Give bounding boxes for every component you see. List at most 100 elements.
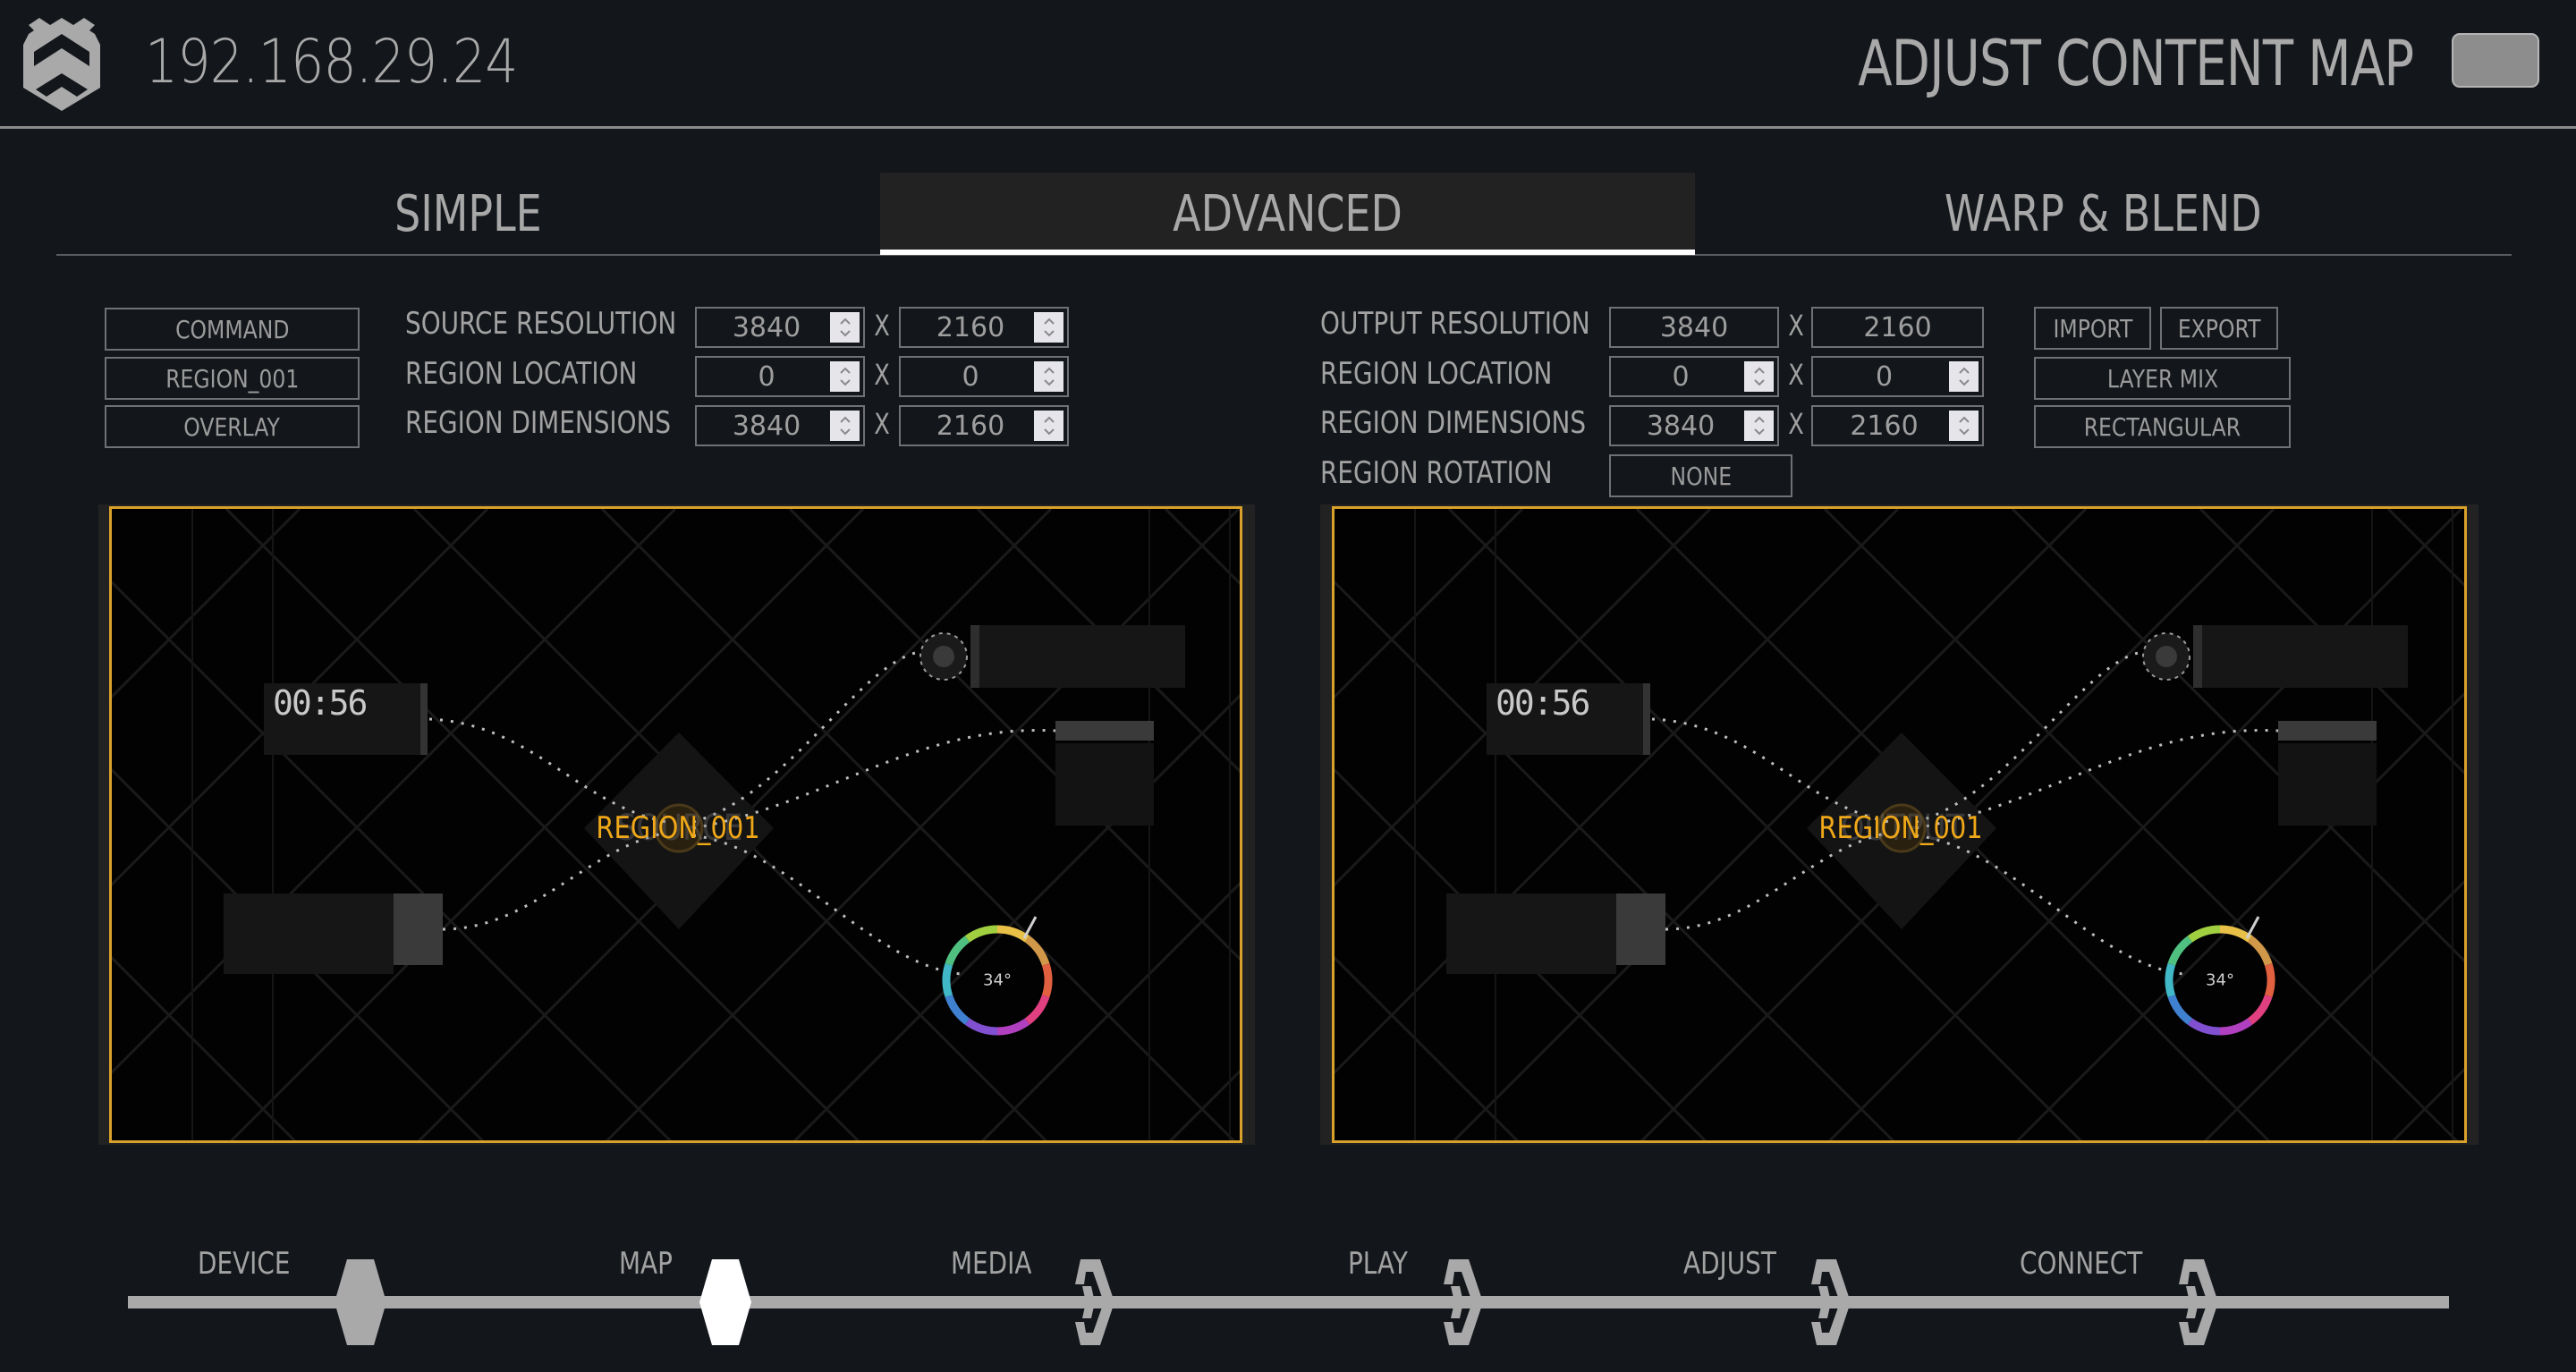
top-right-panel-edge — [2193, 625, 2202, 688]
spinner-icon[interactable] — [830, 411, 860, 441]
tab-simple[interactable]: SIMPLE — [56, 173, 880, 255]
timer-panel-edge — [1643, 683, 1650, 755]
color-wheel-segment — [964, 925, 998, 943]
side-panel — [2278, 743, 2377, 826]
output-region-width-input[interactable]: 3840 — [1609, 405, 1779, 446]
spinner-icon[interactable] — [1744, 411, 1774, 441]
source-resolution-height-input[interactable]: 2160 — [899, 307, 1069, 348]
shape-select-button[interactable]: RECTANGULAR — [2034, 405, 2291, 448]
color-wheel-segment — [1041, 962, 1053, 998]
dimension-separator: X — [1788, 309, 1804, 343]
node-core — [933, 646, 954, 667]
page-title: ADJUST CONTENT MAP — [1857, 27, 2414, 100]
mode-tabs: SIMPLE ADVANCED WARP & BLEND — [56, 173, 2512, 255]
color-wheel-segment — [2247, 936, 2273, 966]
region-label[interactable]: REGION_001 — [1818, 810, 1982, 846]
color-wheel-segment — [1024, 995, 1050, 1025]
region-rotation-select[interactable]: NONE — [1609, 454, 1792, 497]
nav-step-connect[interactable] — [2168, 1259, 2267, 1347]
hexagon-outline-icon — [1444, 1259, 1483, 1345]
nav-step-play[interactable] — [1433, 1259, 1531, 1347]
region-select-button-label: REGION_001 — [165, 363, 300, 394]
source-region-width-input[interactable]: 3840 — [695, 405, 865, 446]
source-resolution-width-input[interactable]: 3840 — [695, 307, 865, 348]
spinner-icon[interactable] — [1949, 411, 1979, 441]
side-panel-header — [2278, 721, 2377, 741]
color-wheel-segment — [996, 1018, 1030, 1036]
side-panel-header — [1055, 721, 1154, 741]
nav-step-map[interactable] — [691, 1259, 789, 1347]
color-wheel-segment — [2247, 995, 2273, 1025]
top-right-panel-edge — [970, 625, 979, 688]
spinner-icon[interactable] — [1034, 361, 1063, 392]
layer-mix-button[interactable]: LAYER MIX — [2034, 357, 2291, 400]
tab-warp-and-blend[interactable]: WARP & BLEND — [1695, 173, 2512, 255]
dimension-separator: X — [1788, 358, 1804, 392]
device-ip-address: 192.168.29.24 — [145, 27, 519, 97]
output-region-location-label: REGION LOCATION — [1320, 356, 1553, 392]
spinner-icon[interactable] — [1744, 361, 1774, 392]
node-core — [2156, 646, 2177, 667]
nav-label-adjust[interactable]: ADJUST — [1683, 1246, 1776, 1282]
nav-step-device[interactable] — [326, 1259, 424, 1347]
source-region-location-label: REGION LOCATION — [405, 356, 638, 392]
hexagon-current-icon — [699, 1259, 751, 1345]
spinner-icon[interactable] — [830, 312, 860, 343]
hexagon-filled-icon — [335, 1259, 386, 1345]
output-region-location-y-input[interactable]: 0 — [1811, 356, 1984, 397]
import-button-label: IMPORT — [2053, 313, 2132, 343]
output-resolution-height-input[interactable]: 2160 — [1811, 307, 1984, 348]
nav-label-media[interactable]: MEDIA — [951, 1246, 1031, 1282]
output-region-height-input[interactable]: 2160 — [1811, 405, 1984, 446]
shape-select-button-label: RECTANGULAR — [2083, 411, 2241, 442]
source-region-location-y-input[interactable]: 0 — [899, 356, 1069, 397]
shield-chevron-logo-icon — [20, 18, 104, 111]
import-button[interactable]: IMPORT — [2034, 307, 2151, 350]
nav-label-connect[interactable]: CONNECT — [2020, 1246, 2142, 1282]
spinner-icon[interactable] — [1949, 361, 1979, 392]
nav-label-device[interactable]: DEVICE — [198, 1246, 290, 1282]
gauge-value: 34° — [983, 970, 1012, 990]
color-wheel-segment — [2167, 936, 2193, 966]
color-wheel-segment — [2187, 925, 2221, 943]
active-tab-indicator — [880, 250, 1695, 255]
info-panel — [1446, 893, 1616, 974]
tab-advanced[interactable]: ADVANCED — [880, 173, 1695, 255]
output-preview[interactable]: 00:56 OUTPUT REGION_001 34° — [1332, 506, 2467, 1143]
info-panel — [224, 893, 394, 974]
nav-step-media[interactable] — [1064, 1259, 1163, 1347]
output-region-rotation-label: REGION ROTATION — [1320, 455, 1553, 491]
output-resolution-width-input[interactable]: 3840 — [1609, 307, 1779, 348]
region-select-button[interactable]: REGION_001 — [105, 357, 360, 400]
color-wheel-segment — [2167, 995, 2193, 1025]
nav-label-map[interactable]: MAP — [619, 1246, 673, 1282]
side-panel — [1055, 743, 1154, 826]
region-rotation-value: NONE — [1670, 461, 1732, 491]
spinner-icon[interactable] — [1034, 312, 1063, 343]
dimension-separator: X — [874, 407, 890, 441]
nav-step-adjust[interactable] — [1801, 1259, 1899, 1347]
command-button[interactable]: COMMAND — [105, 308, 360, 351]
dimension-separator: X — [874, 358, 890, 392]
top-right-panel — [970, 625, 1185, 688]
spinner-icon[interactable] — [830, 361, 860, 392]
export-button-label: EXPORT — [2177, 313, 2261, 343]
source-preview[interactable]: 00:56 SOURCE REGION_001 34° — [109, 506, 1242, 1143]
tab-simple-label: SIMPLE — [394, 184, 542, 243]
nav-label-play[interactable]: PLAY — [1348, 1246, 1408, 1282]
info-panel-tab — [394, 893, 443, 965]
source-region-location-x-input[interactable]: 0 — [695, 356, 865, 397]
dimension-separator: X — [874, 309, 890, 343]
overlay-button[interactable]: OVERLAY — [105, 405, 360, 448]
spinner-icon[interactable] — [1034, 411, 1063, 441]
header-divider — [0, 126, 2576, 129]
tab-warp-and-blend-label: WARP & BLEND — [1945, 184, 2262, 243]
region-label[interactable]: REGION_001 — [596, 810, 759, 846]
output-region-location-x-input[interactable]: 0 — [1609, 356, 1779, 397]
source-region-height-input[interactable]: 2160 — [899, 405, 1069, 446]
gauge-value: 34° — [2206, 970, 2234, 990]
output-resolution-label: OUTPUT RESOLUTION — [1320, 306, 1590, 342]
color-wheel-segment — [1024, 936, 1050, 966]
export-button[interactable]: EXPORT — [2160, 307, 2278, 350]
menu-toggle-button[interactable] — [2452, 33, 2539, 88]
